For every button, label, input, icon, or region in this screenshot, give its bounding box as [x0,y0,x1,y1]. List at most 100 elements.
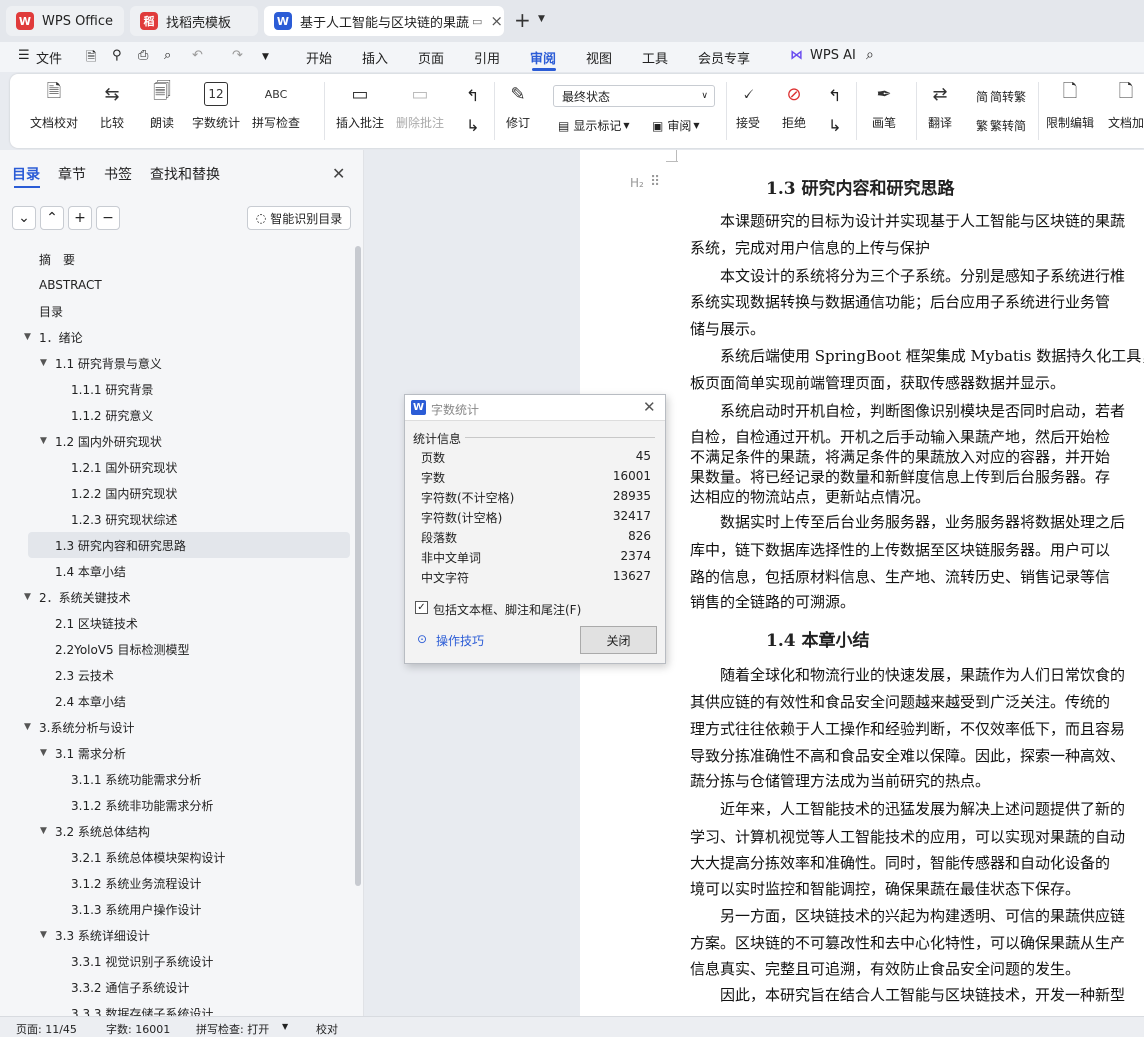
insert-comment-button[interactable]: ▭ 插入批注 [336,82,384,131]
menu-insert[interactable]: 插入 [362,48,388,67]
menu-home[interactable]: 开始 [306,48,332,67]
expand-arrow-icon[interactable]: ▼ [40,748,47,758]
toc-item[interactable]: 3.3 系统详细设计 ▼ [0,922,352,948]
toc-item[interactable]: 1．绪论 ▼ [0,324,352,350]
toc-item[interactable]: 1.2.1 国外研究现状 [0,454,352,480]
toc-item[interactable]: 1.1.1 研究背景 [0,376,352,402]
expand-arrow-icon[interactable]: ▼ [40,358,47,368]
smart-toc-button[interactable]: ◌ 智能识别目录 [247,206,351,230]
expand-arrow-icon[interactable]: ▼ [24,722,31,732]
menu-wps-ai[interactable]: WPS AI [810,48,856,63]
tab-bookmarks[interactable]: 书签 [104,164,132,184]
save-icon[interactable]: 🗎 [86,48,96,70]
menu-reference[interactable]: 引用 [474,48,500,67]
prev-change-icon[interactable]: ↰ [828,86,841,105]
toc-item[interactable]: 1.4 本章小结 [0,558,352,584]
pen-button[interactable]: ✒ 画笔 [872,82,896,131]
toc-item[interactable]: 2.3 云技术 [0,662,352,688]
proofread-status[interactable]: 校对 [316,1021,338,1037]
toc-item[interactable]: 1.3 研究内容和研究思路 [28,532,350,558]
word-count-indicator[interactable]: 字数: 16001 [106,1021,170,1037]
toc-item[interactable]: 1.1 研究背景与意义 ▼ [0,350,352,376]
spell-check-button[interactable]: ABC 拼写检查 [252,82,300,131]
chevron-down-icon[interactable]: ▼ [282,1022,288,1031]
toc-item[interactable]: 3.2.1 系统总体模块架构设计 [0,844,352,870]
menu-tools[interactable]: 工具 [642,48,668,67]
new-tab-icon[interactable]: + [514,8,531,32]
compare-button[interactable]: ⇆ 比较 [100,82,124,131]
spell-check-status[interactable]: 拼写检查: 打开 [196,1021,269,1037]
toc-item[interactable]: 3.1.3 系统用户操作设计 [0,896,352,922]
undo-icon[interactable]: ↶ [192,48,203,63]
expand-arrow-icon[interactable]: ▼ [40,930,47,940]
toc-item[interactable]: 3.1 需求分析 ▼ [0,740,352,766]
toc-item[interactable]: 目录 [0,298,352,324]
close-dialog-icon[interactable]: ✕ [643,398,656,416]
remove-heading-icon[interactable]: − [96,206,120,230]
toc-item[interactable]: 3.1.1 系统功能需求分析 [0,766,352,792]
review-pane-button[interactable]: ▣ 审阅 ▼ [652,117,700,134]
translate-button[interactable]: ⇄ 翻译 [928,82,952,131]
tab-template[interactable]: 稻 找稻壳模板 [130,6,258,36]
toc-item[interactable]: 2.4 本章小结 [0,688,352,714]
expand-arrow-icon[interactable]: ▼ [40,436,47,446]
delete-comment-button[interactable]: ▭ 删除批注 [396,82,444,131]
print-preview-icon[interactable]: ⌕ [164,48,171,63]
menu-page[interactable]: 页面 [418,48,444,67]
toc-item[interactable]: ABSTRACT [0,272,352,298]
prev-comment-icon[interactable]: ↰ [466,86,479,105]
toc-item[interactable]: 摘 要 [0,246,352,272]
expand-arrow-icon[interactable]: ▼ [24,592,31,602]
close-tab-icon[interactable]: × [490,12,503,30]
toc-item[interactable]: 3.系统分析与设计 ▼ [0,714,352,740]
tab-find-replace[interactable]: 查找和替换 [150,164,220,184]
tab-chapters[interactable]: 章节 [58,164,86,184]
dialog-titlebar[interactable]: W 字数统计 ✕ [405,395,665,421]
toc-item[interactable]: 2.2YoloV5 目标检测模型 [0,636,352,662]
toc-item[interactable]: 3.3.3 数据存储子系统设计 [0,1000,352,1017]
next-change-icon[interactable]: ↳ [828,116,841,135]
menu-member[interactable]: 会员专享 [698,48,750,67]
display-mode-select[interactable]: 最终状态 ∨ [553,85,715,107]
toc-item[interactable]: 1.2 国内外研究现状 ▼ [0,428,352,454]
restrict-edit-button[interactable]: 🗋 限制编辑 [1046,81,1094,131]
reject-button[interactable]: ⊘ 拒绝 [782,82,806,131]
toc-item[interactable]: 1.2.2 国内研究现状 [0,480,352,506]
share-icon[interactable]: ⚲ [112,48,122,63]
toc-item[interactable]: 3.3.2 通信子系统设计 [0,974,352,1000]
toc-item[interactable]: 2.1 区块链技术 [0,610,352,636]
more-icon[interactable]: ▼ [262,52,269,62]
chevron-down-icon[interactable]: ▼ [538,14,545,24]
close-panel-icon[interactable]: ✕ [332,164,345,183]
expand-up-icon[interactable]: ⌃ [40,206,64,230]
to-traditional-button[interactable]: 简简转繁 [976,88,1026,105]
word-count-button[interactable]: 12 字数统计 [192,82,240,131]
toc-item[interactable]: 3.2 系统总体结构 ▼ [0,818,352,844]
menu-review[interactable]: 审阅 [530,48,556,67]
show-marks-button[interactable]: ▤ 显示标记 ▼ [558,117,630,134]
toc-item[interactable]: 1.2.3 研究现状综述 [0,506,352,532]
to-simplified-button[interactable]: 繁繁转简 [976,117,1026,134]
close-button[interactable]: 关闭 [580,626,657,654]
revise-button[interactable]: ✎ 修订 [506,82,530,131]
toc-item[interactable]: 3.1.2 系统非功能需求分析 [0,792,352,818]
print-icon[interactable]: ⎙ [138,48,148,63]
expand-arrow-icon[interactable]: ▼ [40,826,47,836]
toc-item[interactable]: 3.3.1 视觉识别子系统设计 [0,948,352,974]
read-aloud-button[interactable]: 🗐 朗读 [150,81,174,131]
sidebar-scrollbar[interactable] [355,246,361,886]
tips-link[interactable]: 操作技巧 [436,632,484,649]
toc-item[interactable]: 1.1.2 研究意义 [0,402,352,428]
toc-item[interactable]: 3.1.2 系统业务流程设计 [0,870,352,896]
page-indicator[interactable]: 页面: 11/45 [16,1021,77,1037]
menu-file[interactable]: 文件 [36,48,62,67]
menu-view[interactable]: 视图 [586,48,612,67]
expand-arrow-icon[interactable]: ▼ [24,332,31,342]
tab-document[interactable]: W 基于人工智能与区块链的果蔬 ▭ × [264,6,504,36]
accept-button[interactable]: 🗸 接受 [736,82,760,131]
add-heading-icon[interactable]: + [68,206,92,230]
next-comment-icon[interactable]: ↳ [466,116,479,135]
collapse-icon[interactable]: ⌄ [12,206,36,230]
redo-icon[interactable]: ↷ [232,48,243,63]
doc-check-button[interactable]: 🗎 文档校对 [30,81,78,131]
